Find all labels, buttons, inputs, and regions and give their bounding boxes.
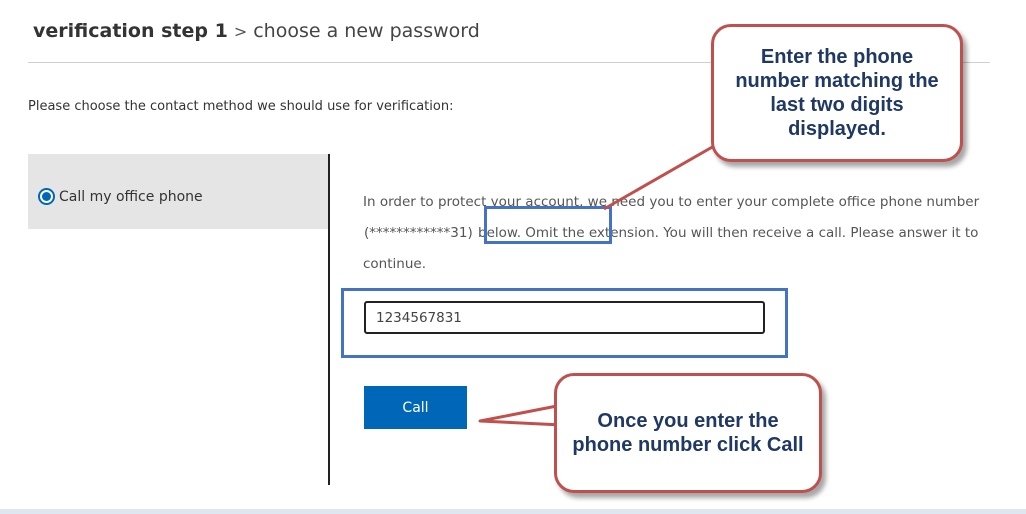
bottom-callout-pointer — [478, 403, 564, 427]
radio-button-selected[interactable] — [38, 188, 55, 205]
step-subtitle: choose a new password — [253, 20, 480, 42]
page-title: verification step 1 > choose a new passwor… — [33, 20, 480, 42]
radio-dot-icon — [42, 192, 51, 201]
contact-method-panel: Call my office phone — [28, 154, 329, 229]
masked-number-highlight — [484, 206, 612, 244]
contact-method-option-office-phone[interactable]: Call my office phone — [38, 188, 203, 205]
vertical-divider — [328, 154, 330, 485]
bottom-edge — [0, 509, 1026, 514]
callout-click-call: Once you enter the phone number click Ca… — [554, 373, 822, 493]
instructions-text-start: In order to protect your account, we nee… — [363, 194, 980, 210]
contact-method-label: Call my office phone — [59, 188, 203, 205]
phone-input-highlight — [341, 288, 788, 358]
call-button[interactable]: Call — [364, 386, 467, 429]
contact-method-prompt: Please choose the contact method we shou… — [28, 99, 454, 114]
verification-instructions: In order to protect your account, we nee… — [363, 187, 1023, 280]
callout-enter-number: Enter the phone number matching the last… — [711, 24, 963, 162]
step-label: verification step 1 — [33, 20, 228, 42]
masked-phone-number: (************31) — [364, 225, 473, 241]
breadcrumb-separator: > — [233, 22, 248, 41]
